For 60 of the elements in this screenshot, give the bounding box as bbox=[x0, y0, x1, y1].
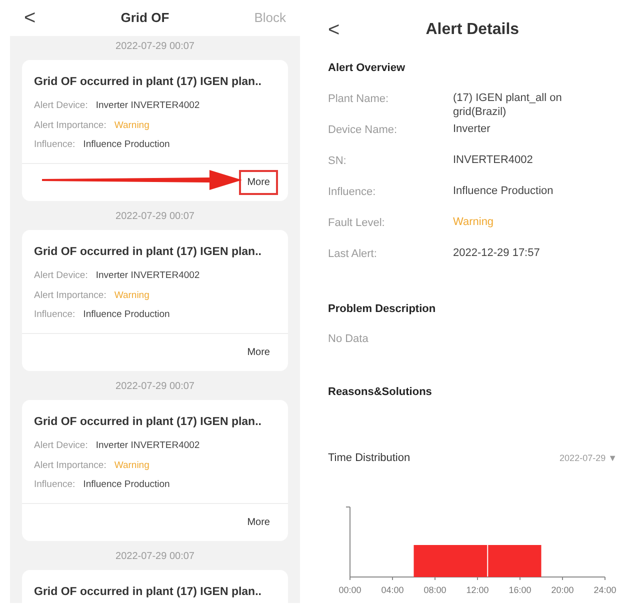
field-value: Influence Production bbox=[83, 138, 170, 150]
alert-time: 2022-07-29 00:07 bbox=[116, 211, 194, 222]
detail-label: SN: bbox=[328, 154, 348, 168]
field-label: Influence: bbox=[34, 308, 76, 320]
more-button[interactable]: More bbox=[239, 340, 278, 365]
back-button[interactable]: < bbox=[24, 8, 36, 28]
field-label: Alert Device: bbox=[34, 440, 88, 452]
section-heading: Reasons&Solutions bbox=[328, 384, 433, 400]
alert-card[interactable]: Grid OF occurred in plant (17) IGEN plan.. Alert Device: Inverter INVERTER4002 Alert Importance: Warning Influence: Influence Production More bbox=[22, 60, 288, 201]
detail-label: Influence: bbox=[328, 184, 377, 200]
screen-title: Grid OF bbox=[120, 9, 170, 28]
alert-title: Grid OF occurred in plant (17) IGEN plan.. bbox=[33, 415, 262, 430]
more-button[interactable]: More bbox=[239, 510, 278, 535]
detail-label: Fault Level: bbox=[328, 216, 386, 230]
field-label: Alert Importance: bbox=[34, 120, 106, 130]
axis-label: 08:00 bbox=[424, 584, 446, 594]
field-value: Inverter INVERTER4002 bbox=[96, 100, 200, 112]
alert-time: 2022-07-29 00:07 bbox=[116, 381, 194, 392]
detail-value: Influence Production bbox=[453, 184, 554, 198]
axis-label: 04:00 bbox=[381, 584, 404, 594]
axis-label: 12:00 bbox=[466, 584, 489, 594]
axis-label: 24:00 bbox=[594, 584, 616, 594]
field-value: Warning bbox=[114, 290, 150, 300]
section-heading: Alert Overview bbox=[328, 61, 406, 76]
field-value: Inverter INVERTER4002 bbox=[96, 270, 200, 282]
section-heading: Problem Description bbox=[328, 302, 437, 316]
back-button[interactable]: < bbox=[328, 20, 340, 40]
field-value: Influence Production bbox=[83, 478, 170, 490]
field-label: Alert Importance: bbox=[34, 290, 106, 300]
detail-label: Last Alert: bbox=[328, 246, 378, 262]
field-value: Inverter INVERTER4002 bbox=[96, 440, 200, 452]
alert-card[interactable]: Grid OF occurred in plant (17) IGEN plan.. Alert Device: Inverter INVERTER4002 Alert Importance: Warning Influence: Influence Production More bbox=[22, 230, 288, 371]
chart-title: Time Distribution bbox=[328, 451, 410, 466]
alert-time: 2022-07-29 00:07 bbox=[116, 41, 194, 52]
axis-label: 20:00 bbox=[551, 584, 574, 594]
alert-card[interactable]: Grid OF occurred in plant (17) IGEN plan.. Alert Device: Inverter INVERTER4002 Alert Importance: Warning Influence: Influence Production More bbox=[22, 400, 288, 541]
more-button[interactable]: More bbox=[239, 170, 278, 195]
alert-title: Grid OF occurred in plant (17) IGEN plan.. bbox=[33, 75, 262, 90]
field-label: Alert Device: bbox=[34, 100, 88, 112]
alert-time: 2022-07-29 00:07 bbox=[116, 551, 194, 562]
field-label: Influence: bbox=[34, 478, 76, 490]
detail-label: Plant Name: bbox=[328, 92, 390, 106]
description-text: No Data bbox=[328, 332, 370, 347]
alert-title: Grid OF occurred in plant (17) IGEN plan.. bbox=[33, 585, 262, 600]
alert-title: Grid OF occurred in plant (17) IGEN plan.. bbox=[33, 245, 262, 260]
field-label: Alert Importance: bbox=[34, 460, 106, 470]
screen-title: Alert Details bbox=[426, 20, 520, 40]
detail-label: Device Name: bbox=[328, 122, 398, 138]
axis-label: 16:00 bbox=[508, 584, 532, 594]
field-label: Influence: bbox=[34, 138, 76, 150]
field-value: Influence Production bbox=[83, 308, 170, 320]
detail-value: Warning bbox=[453, 214, 494, 230]
detail-value: 2022-12-29 17:57 bbox=[453, 246, 540, 260]
field-value: Warning bbox=[114, 120, 150, 130]
field-label: Alert Device: bbox=[34, 270, 88, 282]
detail-value: INVERTER4002 bbox=[453, 152, 533, 168]
detail-value: (17) IGEN plant_all on grid(Brazil) bbox=[453, 90, 563, 120]
detail-value: Inverter bbox=[453, 122, 490, 136]
axis-label: 00:00 bbox=[338, 584, 362, 594]
field-value: Warning bbox=[114, 460, 150, 470]
